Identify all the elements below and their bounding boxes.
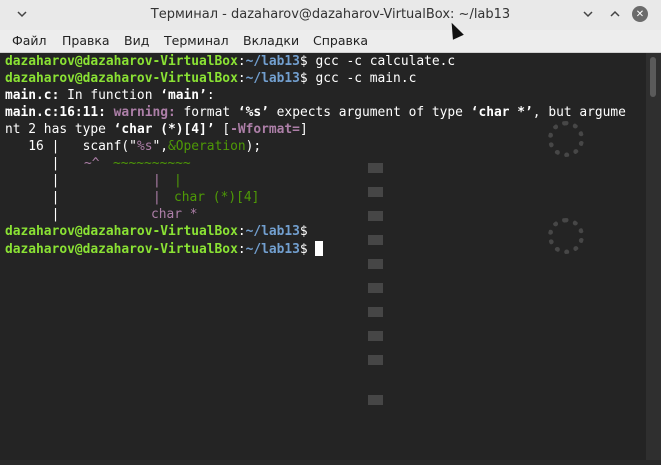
- terminal-line: dazaharov@dazaharov-VirtualBox:~/lab13$: [5, 241, 324, 259]
- warning-flag: -Wformat=: [230, 122, 300, 137]
- menu-help[interactable]: Справка: [313, 33, 368, 48]
- background-folder-icon: [368, 395, 383, 405]
- terminal-line: dazaharov@dazaharov-VirtualBox:~/lab13$ …: [5, 71, 417, 86]
- prompt-user: dazaharov@dazaharov-VirtualBox: [5, 224, 238, 239]
- scrollbar[interactable]: [646, 53, 661, 460]
- title-bar[interactable]: Терминал - dazaharov@dazaharov-VirtualBo…: [0, 0, 661, 30]
- minimize-icon[interactable]: [580, 6, 596, 22]
- maximize-icon[interactable]: [607, 6, 623, 22]
- menu-terminal[interactable]: Терминал: [164, 33, 229, 48]
- background-folder-icon: [368, 163, 383, 173]
- terminal-window: Терминал - dazaharov@dazaharov-VirtualBo…: [0, 0, 661, 465]
- code-line: 16 | scanf("%s",&Operation);: [5, 139, 262, 154]
- prompt-path: ~/lab13: [245, 242, 300, 257]
- terminal-line: dazaharov@dazaharov-VirtualBox:~/lab13$: [5, 224, 308, 239]
- command-text: gcc -c main.c: [315, 71, 417, 86]
- marker-line: | ~^ ~~~~~~~~~~: [5, 156, 191, 171]
- close-icon[interactable]: ✕: [632, 6, 648, 22]
- window-bottom-edge: [0, 460, 661, 465]
- background-folder-icon: [368, 331, 383, 341]
- terminal-output[interactable]: dazaharov@dazaharov-VirtualBox:~/lab13$ …: [0, 53, 646, 460]
- prompt-path: ~/lab13: [245, 54, 300, 69]
- prompt-user: dazaharov@dazaharov-VirtualBox: [5, 54, 238, 69]
- menu-file[interactable]: Файл: [12, 33, 47, 48]
- background-folder-icon: [368, 187, 383, 197]
- background-folder-icon: [368, 355, 383, 365]
- background-gear-icon: [548, 121, 584, 157]
- terminal-line: dazaharov@dazaharov-VirtualBox:~/lab13$ …: [5, 54, 456, 69]
- scrollbar-thumb[interactable]: [650, 57, 656, 97]
- warning-label: warning:: [113, 105, 176, 120]
- marker-line: | char *: [5, 207, 198, 222]
- prompt-path: ~/lab13: [245, 224, 300, 239]
- command-text: gcc -c calculate.c: [315, 54, 456, 69]
- terminal-line: main.c: In function ‘main’:: [5, 88, 215, 103]
- menu-bar: Файл Правка Вид Терминал Вкладки Справка: [0, 30, 661, 53]
- window-title: Терминал - dazaharov@dazaharov-VirtualBo…: [150, 7, 511, 22]
- menu-edit[interactable]: Правка: [62, 33, 110, 48]
- warning-line: main.c:16:11: warning: format ‘%s’ expec…: [5, 105, 626, 120]
- background-folder-icon: [368, 259, 383, 269]
- marker-line: | | |: [5, 173, 182, 188]
- background-gear-icon: [548, 218, 584, 254]
- background-folder-icon: [368, 211, 383, 221]
- marker-line: | | char (*)[4]: [5, 190, 260, 205]
- background-folder-icon: [368, 235, 383, 245]
- menu-view[interactable]: Вид: [124, 33, 149, 48]
- prompt-path: ~/lab13: [245, 71, 300, 86]
- text-cursor: [315, 241, 324, 256]
- background-folder-icon: [368, 307, 383, 317]
- prompt-user: dazaharov@dazaharov-VirtualBox: [5, 71, 238, 86]
- background-folder-icon: [368, 283, 383, 293]
- prompt-user: dazaharov@dazaharov-VirtualBox: [5, 242, 238, 257]
- warning-line: nt 2 has type ‘char (*)[4]’ [-Wformat=]: [5, 122, 308, 137]
- menu-tabs[interactable]: Вкладки: [243, 33, 299, 48]
